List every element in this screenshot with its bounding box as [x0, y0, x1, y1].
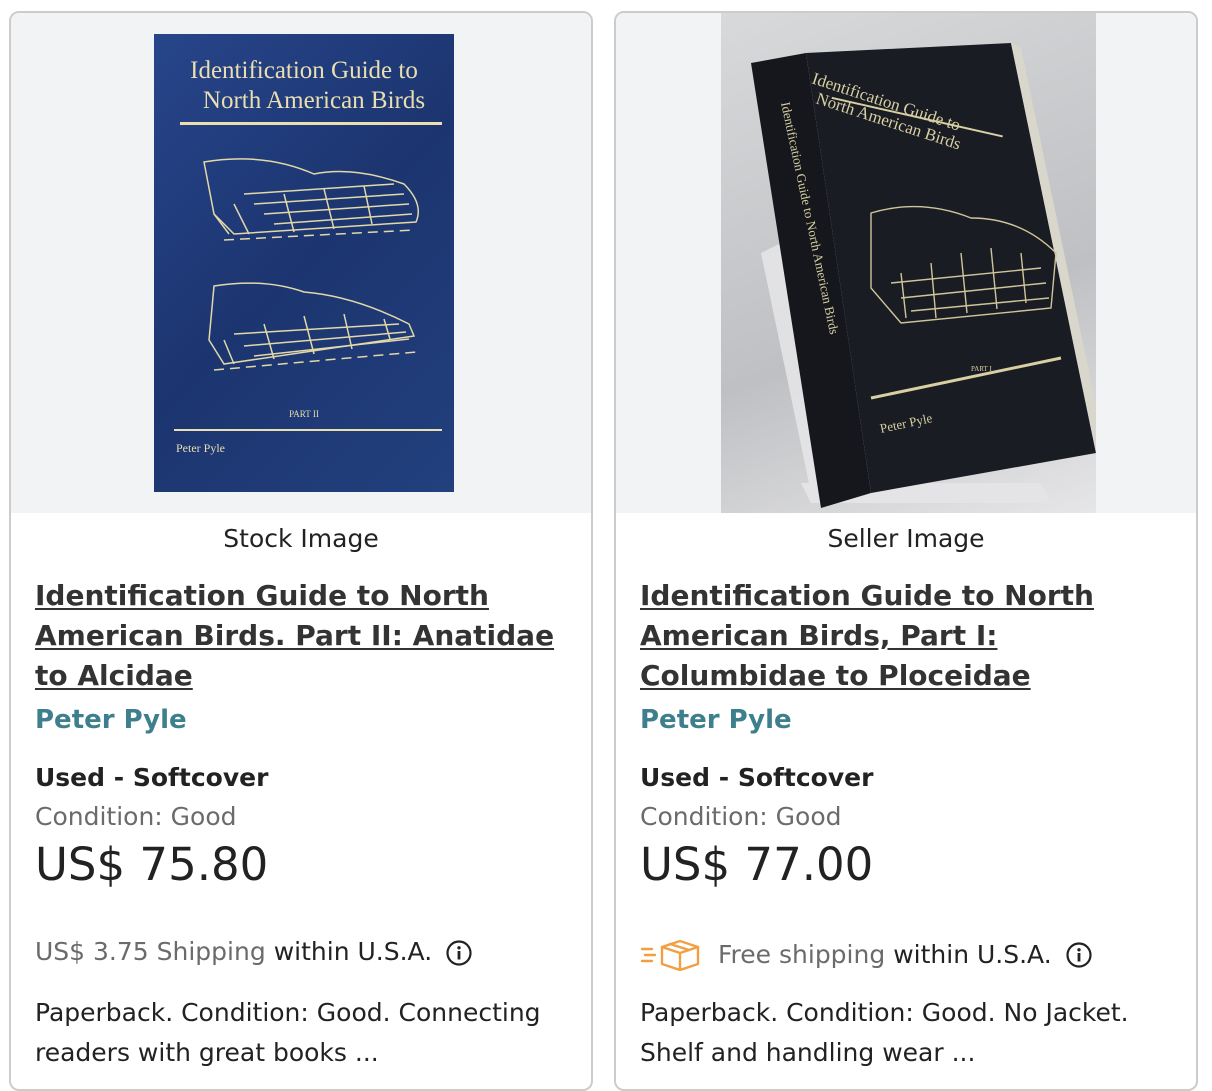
shipping-info: Free shipping within U.S.A. — [640, 937, 1092, 972]
listing-description: Paperback. Condition: Good. Connecting r… — [35, 998, 541, 1067]
condition-text: Condition: Good — [35, 802, 237, 831]
price: US$ 77.00 — [640, 838, 874, 891]
listing-description: Paperback. Condition: Good. No Jacket. S… — [640, 998, 1129, 1067]
wing-illustration-icon — [203, 158, 419, 371]
book-cover-art: Identification Guide to North American B… — [174, 57, 442, 455]
image-type-label: Stock Image — [223, 524, 379, 553]
shipping-cost: US$ 3.75 Shipping — [35, 937, 266, 966]
image-type-label: Seller Image — [827, 524, 985, 553]
condition-text: Condition: Good — [640, 802, 842, 831]
author-link[interactable]: Peter Pyle — [640, 705, 792, 735]
listing-card[interactable]: Identification Guide to North American B… — [9, 11, 593, 1091]
shipping-info: US$ 3.75 Shipping within U.S.A. — [35, 937, 472, 966]
listing-card[interactable]: Identification Guide to North American B… — [614, 11, 1198, 1091]
info-icon[interactable] — [1066, 942, 1092, 968]
book-cover-image[interactable]: Identification Guide to North American B… — [154, 34, 454, 492]
price: US$ 75.80 — [35, 838, 269, 891]
shipping-region: within U.S.A. — [893, 939, 1052, 969]
book-title-link[interactable]: Identification Guide to North American B… — [35, 576, 575, 696]
shipping-region: within U.S.A. — [273, 937, 433, 966]
cover-author: Peter Pyle — [176, 441, 225, 455]
shipping-cost: Free shipping — [718, 939, 886, 969]
author-link[interactable]: Peter Pyle — [35, 705, 187, 735]
book-photo-image[interactable]: Identification Guide to North American B… — [721, 13, 1096, 513]
binding-type: Used - Softcover — [35, 763, 269, 792]
product-image-area[interactable]: Identification Guide to North American B… — [11, 13, 591, 513]
product-image-area[interactable]: Identification Guide to North American B… — [616, 13, 1196, 513]
cover-part-label: PART II — [289, 409, 319, 419]
binding-type: Used - Softcover — [640, 763, 874, 792]
book-photo-art: Identification Guide to North American B… — [751, 43, 1096, 508]
cover-title-line1: Identification Guide to — [190, 57, 418, 84]
book-title-link[interactable]: Identification Guide to North American B… — [640, 576, 1180, 696]
free-shipping-truck-icon — [640, 937, 704, 972]
cover-title-line2: North American Birds — [203, 87, 425, 114]
info-icon[interactable] — [446, 939, 472, 966]
